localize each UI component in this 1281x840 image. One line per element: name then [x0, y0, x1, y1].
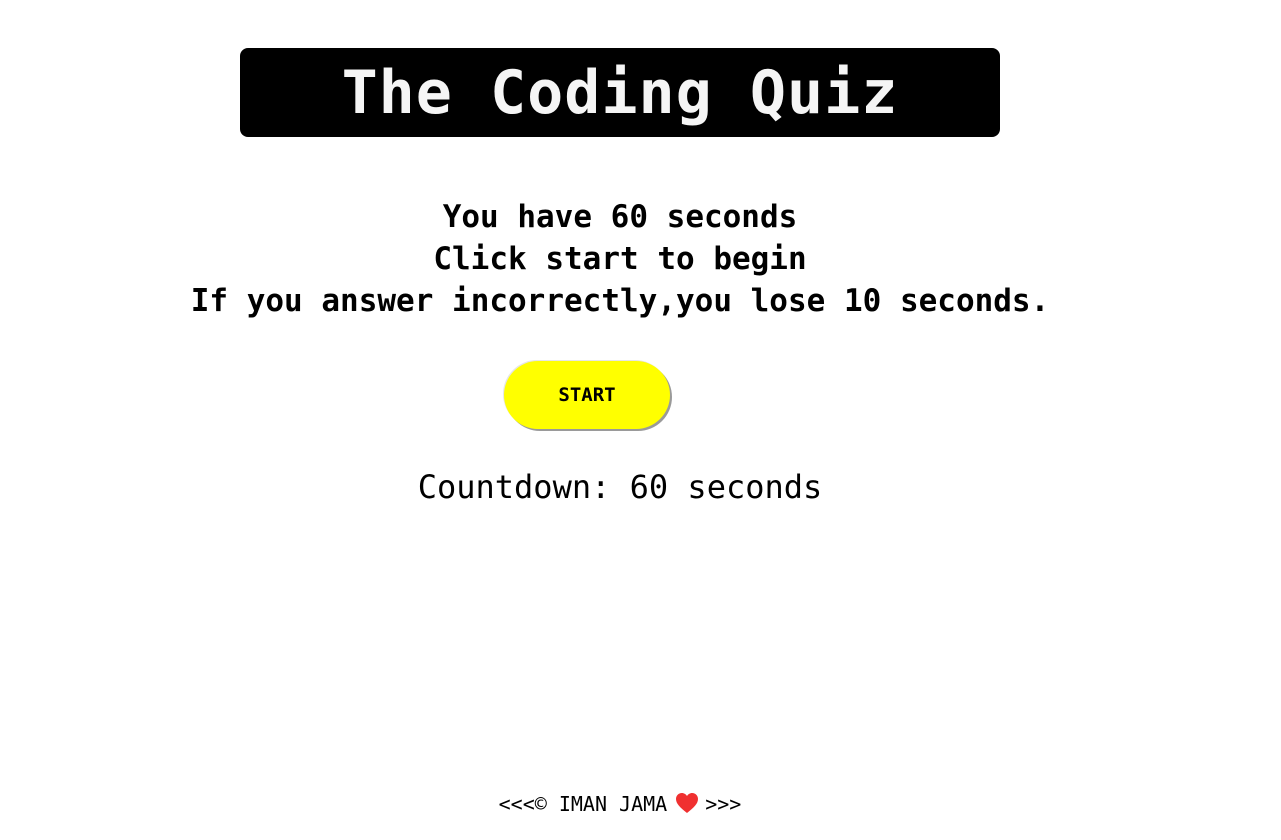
instructions-penalty: If you answer incorrectly,you lose 10 se…	[190, 283, 1050, 319]
instructions-time: You have 60 seconds	[442, 199, 798, 235]
heart-icon	[675, 792, 699, 814]
quiz-page: The Coding Quiz You have 60 seconds Clic…	[0, 0, 1281, 840]
footer: <<<© IMAN JAMA >>>	[0, 790, 1240, 818]
countdown-timer: Countdown: 60 seconds	[417, 468, 823, 506]
footer-copyright: <<<© IMAN JAMA	[498, 792, 668, 816]
start-button[interactable]: START	[504, 361, 670, 429]
footer-suffix: >>>	[705, 792, 742, 816]
instructions-start: Click start to begin	[433, 241, 807, 277]
title-banner: The Coding Quiz	[240, 48, 1000, 137]
page-title: The Coding Quiz	[341, 57, 899, 128]
instructions: You have 60 seconds Click start to begin…	[0, 196, 1240, 322]
